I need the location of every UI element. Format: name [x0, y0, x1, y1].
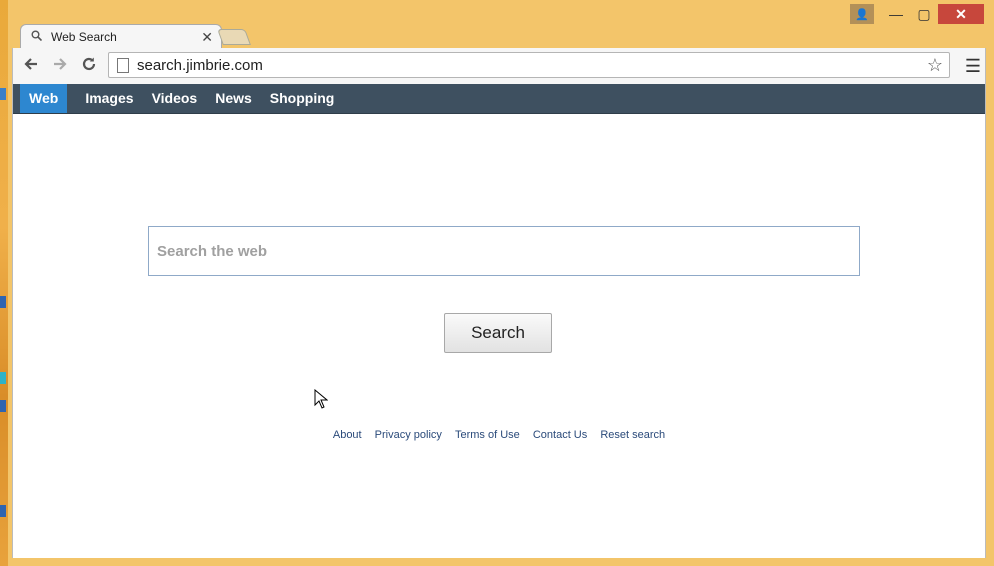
desktop-shortcut-icon[interactable] — [0, 296, 6, 308]
reload-icon[interactable] — [79, 56, 99, 77]
footer-link-contact[interactable]: Contact Us — [533, 429, 587, 441]
mouse-cursor-icon — [314, 388, 329, 414]
desktop-shortcut-icon[interactable] — [0, 505, 6, 517]
search-button[interactable]: Search — [444, 313, 552, 353]
maximize-button[interactable]: ▢ — [910, 4, 938, 24]
browser-window: 👤 — ▢ ✕ Web Search ✕ search.jimbrie.com … — [8, 0, 994, 566]
desktop-shortcut-icon[interactable] — [0, 400, 6, 412]
browser-tab[interactable]: Web Search ✕ — [20, 24, 222, 49]
search-icon — [31, 30, 45, 44]
profile-button[interactable]: 👤 — [850, 4, 874, 24]
close-tab-icon[interactable]: ✕ — [201, 29, 213, 46]
tab-title: Web Search — [51, 30, 117, 44]
nav-shopping[interactable]: Shopping — [261, 84, 344, 113]
window-controls: 👤 — ▢ ✕ — [850, 4, 984, 24]
close-window-button[interactable]: ✕ — [938, 4, 984, 24]
window-bottom-frame — [12, 558, 986, 566]
footer-links: About Privacy policy Terms of Use Contac… — [13, 429, 985, 441]
search-nav-bar: Web Images Videos News Shopping — [13, 84, 985, 114]
new-tab-button[interactable] — [217, 29, 251, 45]
footer-link-terms[interactable]: Terms of Use — [455, 429, 520, 441]
back-arrow-icon[interactable] — [21, 56, 41, 77]
desktop-background — [0, 0, 8, 566]
page-icon — [117, 57, 129, 73]
forward-arrow-icon[interactable] — [50, 56, 70, 77]
desktop-shortcut-icon[interactable] — [0, 372, 6, 384]
menu-icon[interactable]: ☰ — [965, 56, 981, 77]
footer-link-privacy[interactable]: Privacy policy — [375, 429, 442, 441]
search-input[interactable] — [149, 227, 859, 275]
minimize-button[interactable]: — — [882, 4, 910, 24]
url-text[interactable]: search.jimbrie.com — [137, 57, 927, 74]
web-page: Web Images Videos News Shopping Search A… — [12, 84, 986, 564]
nav-videos[interactable]: Videos — [143, 84, 207, 113]
nav-news[interactable]: News — [206, 84, 261, 113]
browser-toolbar: search.jimbrie.com ☆ ☰ — [12, 48, 986, 84]
user-icon: 👤 — [855, 8, 869, 21]
address-bar[interactable]: search.jimbrie.com ☆ — [108, 52, 950, 78]
footer-link-reset[interactable]: Reset search — [600, 429, 665, 441]
bookmark-star-icon[interactable]: ☆ — [927, 55, 943, 76]
footer-link-about[interactable]: About — [333, 429, 362, 441]
desktop-shortcut-icon[interactable] — [0, 88, 6, 100]
nav-web[interactable]: Web — [20, 84, 68, 113]
search-box[interactable] — [148, 226, 860, 276]
nav-images[interactable]: Images — [76, 84, 142, 113]
